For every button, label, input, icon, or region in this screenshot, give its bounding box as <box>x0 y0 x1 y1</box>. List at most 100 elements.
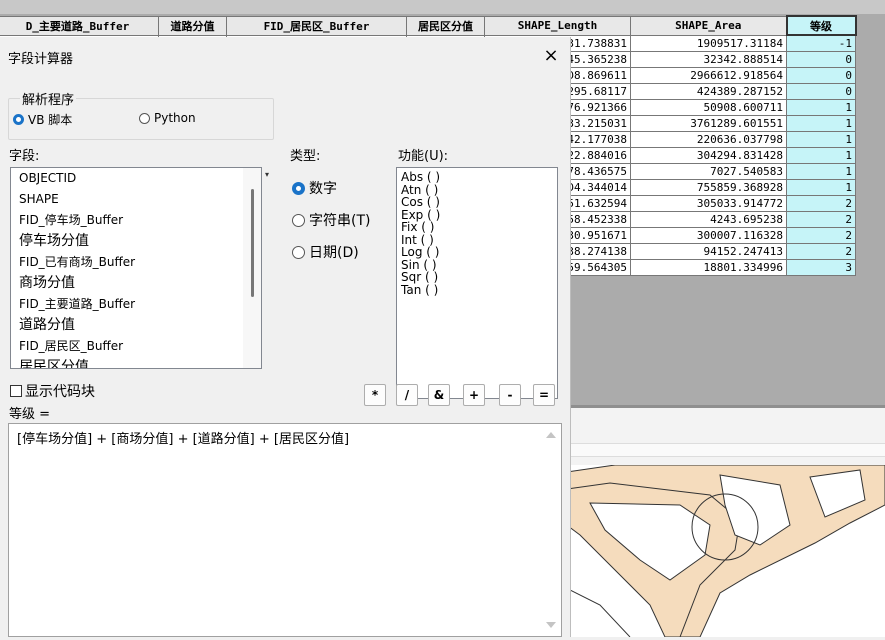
close-icon: × <box>543 45 559 66</box>
operator-divide-button[interactable]: / <box>396 384 418 406</box>
table-cell[interactable]: 1 <box>786 115 856 132</box>
fields-scrollbar[interactable] <box>243 168 261 368</box>
radio-label: 日期(D) <box>309 245 359 261</box>
table-cell[interactable]: 424389.287152 <box>630 83 787 100</box>
table-cell[interactable]: 0 <box>786 51 856 68</box>
operator-multiply-button[interactable]: * <box>364 384 386 406</box>
table-cell[interactable]: 3761289.601551 <box>630 115 787 132</box>
table-cell[interactable]: 2 <box>786 243 856 260</box>
table-cell[interactable]: 305033.914772 <box>630 195 787 212</box>
field-list-item[interactable]: FID_主要道路_Buffer <box>11 294 261 315</box>
close-button[interactable]: × <box>538 43 564 69</box>
checkbox-icon <box>10 385 22 397</box>
parser-vbscript-radio[interactable]: VB 脚本 <box>13 111 72 128</box>
scroll-up-icon[interactable] <box>546 432 556 438</box>
radio-selected-icon <box>13 114 24 125</box>
field-list-item[interactable]: FID_居民区_Buffer <box>11 336 261 357</box>
table-cell[interactable]: 2 <box>786 227 856 244</box>
map-drawing <box>559 464 885 638</box>
radio-selected-icon <box>292 181 305 195</box>
table-cell[interactable]: 7027.540583 <box>630 163 787 180</box>
column-header[interactable]: SHAPE_Length <box>484 15 631 36</box>
function-list-item[interactable]: Abs ( ) <box>397 171 557 184</box>
function-list-item[interactable]: Tan ( ) <box>397 283 557 297</box>
map-canvas[interactable] <box>559 464 885 638</box>
sort-arrow-icon[interactable]: ▾ <box>265 170 269 179</box>
table-cell[interactable]: 94152.247413 <box>630 243 787 260</box>
map-toolbar-strip <box>560 443 885 457</box>
panel-divider[interactable] <box>560 405 885 408</box>
table-cell[interactable]: 1 <box>786 147 856 164</box>
operator-minus-button[interactable]: - <box>499 384 521 406</box>
table-cell[interactable]: 220636.037798 <box>630 131 787 148</box>
table-cell[interactable]: 2 <box>786 211 856 228</box>
table-toolbar-strip <box>0 0 885 14</box>
column-header[interactable]: 道路分值 <box>158 15 227 36</box>
radio-label: VB 脚本 <box>28 113 73 127</box>
functions-label: 功能(U): <box>398 149 449 164</box>
table-cell[interactable]: 300007.116328 <box>630 227 787 244</box>
table-cell[interactable]: 1 <box>786 99 856 116</box>
column-header[interactable]: FID_居民区_Buffer <box>226 15 407 36</box>
table-cell[interactable]: 2 <box>786 195 856 212</box>
fields-label: 字段: <box>9 149 40 164</box>
operator-concat-button[interactable]: & <box>428 384 450 406</box>
table-cell[interactable]: 1 <box>786 179 856 196</box>
dialog-title: 字段计算器 <box>8 52 74 67</box>
column-header[interactable]: D_主要道路_Buffer <box>0 15 159 36</box>
parser-label: 解析程序 <box>20 89 77 108</box>
field-list-item[interactable]: FID_已有商场_Buffer <box>11 252 261 273</box>
radio-empty-icon <box>292 245 305 259</box>
functions-listbox[interactable]: Abs ( ) Atn ( ) Cos ( ) Exp ( ) Fix ( ) Int (… <box>396 167 558 399</box>
field-list-item[interactable]: OBJECTID <box>11 168 261 189</box>
field-calculator-dialog: 字段计算器 × 解析程序 VB 脚本 Python 字段: OBJECTID SH… <box>0 37 571 637</box>
column-header[interactable]: SHAPE_Area <box>630 15 787 36</box>
table-cell[interactable]: 32342.888514 <box>630 51 787 68</box>
function-list-item[interactable]: Sqr ( ) <box>397 271 557 284</box>
table-cell[interactable]: -1 <box>786 34 856 52</box>
field-list-item[interactable]: SHAPE <box>11 189 261 210</box>
table-cell[interactable]: 304294.831428 <box>630 147 787 164</box>
table-cell[interactable]: 3 <box>786 259 856 276</box>
table-cell[interactable]: 4243.695238 <box>630 211 787 228</box>
table-cell[interactable]: 755859.368928 <box>630 179 787 196</box>
field-list-item[interactable]: FID_停车场_Buffer <box>11 210 261 231</box>
field-list-item[interactable]: 居民区分值 <box>11 357 261 368</box>
radio-label: Python <box>154 111 196 125</box>
scroll-down-icon[interactable] <box>546 622 556 628</box>
target-field-label: 等级 = <box>9 407 51 422</box>
field-list-item[interactable]: 停车场分值 <box>11 231 261 252</box>
show-codeblock-checkbox[interactable]: 显示代码块 <box>10 381 95 401</box>
expression-scrollbar[interactable] <box>541 424 561 636</box>
table-cell[interactable]: 18801.334996 <box>630 259 787 276</box>
radio-empty-icon <box>139 112 150 124</box>
type-label: 类型: <box>290 149 321 164</box>
field-list-item[interactable]: 道路分值 <box>11 315 261 336</box>
radio-label: 数字 <box>309 181 337 197</box>
type-date-radio[interactable]: 日期(D) <box>292 242 359 262</box>
table-cell[interactable]: 0 <box>786 67 856 84</box>
type-string-radio[interactable]: 字符串(T) <box>292 210 370 230</box>
operator-equals-button[interactable]: = <box>533 384 555 406</box>
radio-label: 字符串(T) <box>309 213 371 229</box>
expression-textbox[interactable]: [停车场分值] + [商场分值] + [道路分值] + [居民区分值] <box>8 423 562 637</box>
table-cell[interactable]: 2966612.918564 <box>630 67 787 84</box>
column-header[interactable]: 居民区分值 <box>406 15 485 36</box>
table-cell[interactable]: 1909517.31184 <box>630 34 787 52</box>
map-panel <box>559 405 885 638</box>
table-cell[interactable]: 0 <box>786 83 856 100</box>
table-cell[interactable]: 1 <box>786 163 856 180</box>
column-header-selected[interactable]: 等级 <box>785 15 857 36</box>
field-list-item[interactable]: 商场分值 <box>11 273 261 294</box>
table-cell[interactable]: 1 <box>786 131 856 148</box>
type-number-radio[interactable]: 数字 <box>292 178 337 198</box>
fields-listbox[interactable]: OBJECTID SHAPE FID_停车场_Buffer 停车场分值 FID_已有商场… <box>10 167 262 369</box>
operator-plus-button[interactable]: + <box>463 384 485 406</box>
function-list-item[interactable]: Cos ( ) <box>397 196 557 209</box>
function-list-item[interactable]: Log ( ) <box>397 246 557 259</box>
parser-python-radio[interactable]: Python <box>139 111 196 125</box>
table-cell[interactable]: 50908.600711 <box>630 99 787 116</box>
function-list-item[interactable]: Fix ( ) <box>397 221 557 234</box>
scrollbar-thumb[interactable] <box>251 189 254 297</box>
expression-text[interactable]: [停车场分值] + [商场分值] + [道路分值] + [居民区分值] <box>17 428 349 447</box>
